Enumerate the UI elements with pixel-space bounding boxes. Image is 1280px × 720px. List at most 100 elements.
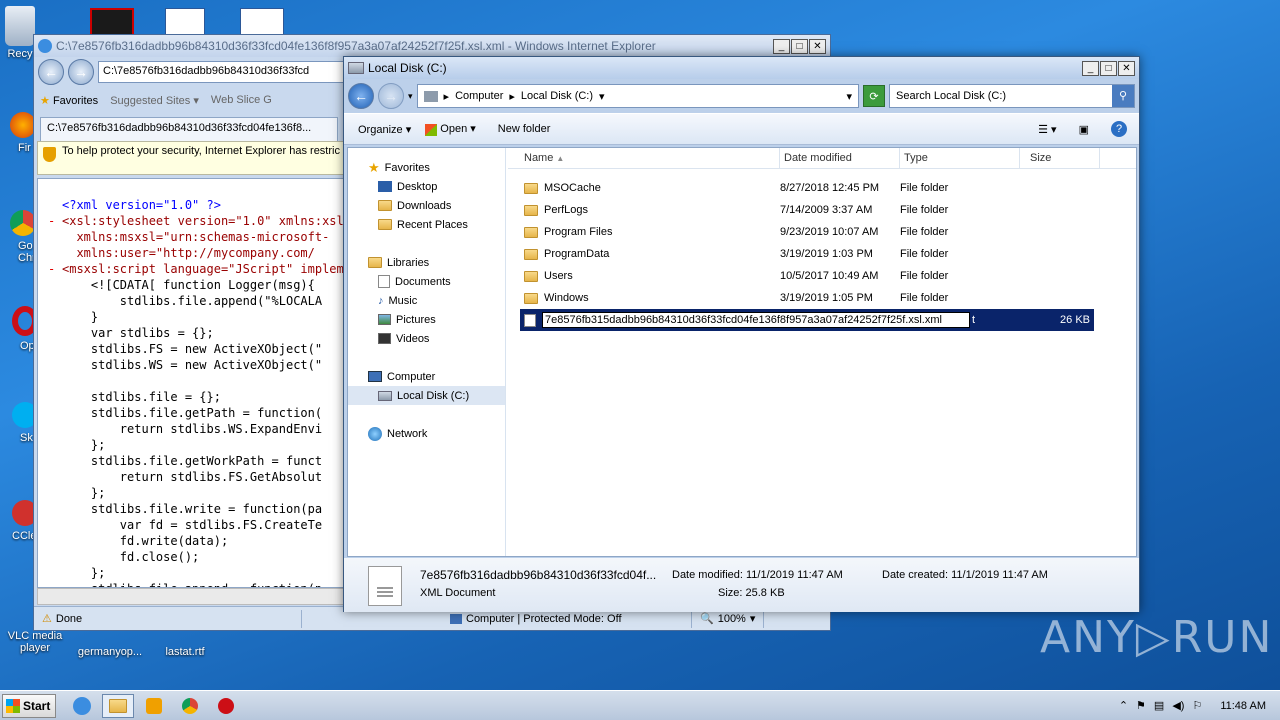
breadcrumb-computer[interactable]: Computer [455, 90, 503, 102]
desktop-icon-lastat[interactable]: lastat.rtf [150, 646, 220, 658]
desktop-icon-germanyop[interactable]: germanyop... [75, 646, 145, 658]
rename-input[interactable]: 7e8576fb315dadbb96b84310d36f33fcd04fe136… [542, 312, 970, 328]
back-button[interactable]: ← [38, 59, 64, 85]
xml-line: stdlibs.file.append("%LOCALA [48, 293, 344, 309]
star-icon: ★ [40, 94, 50, 107]
nav-label: Documents [395, 275, 451, 288]
nav-computer[interactable]: Computer [348, 367, 505, 386]
table-row[interactable]: Users 10/5/2017 10:49 AM File folder [508, 265, 1136, 287]
ie-content-area[interactable]: <?xml version="1.0" ?> - <xsl:stylesheet v… [37, 178, 345, 588]
nav-label: Music [388, 294, 418, 307]
search-icon[interactable]: ⚲ [1112, 85, 1134, 107]
maximize-button[interactable]: □ [791, 38, 808, 54]
explorer-window-title: Local Disk (C:) [368, 61, 447, 75]
clock[interactable]: 11:48 AM [1220, 700, 1266, 712]
xml-line-text: }; [62, 566, 106, 580]
nav-favorites[interactable]: ★ Favorites [348, 158, 505, 177]
row-type: File folder [900, 182, 949, 194]
nav-desktop[interactable]: Desktop [348, 177, 505, 196]
breadcrumb-chevron-icon: ▸ [509, 90, 515, 103]
table-row[interactable]: ProgramData 3/19/2019 1:03 PM File folder [508, 243, 1136, 265]
nav-local-disk[interactable]: Local Disk (C:) [348, 386, 505, 405]
acrobat-icon [90, 8, 134, 36]
table-row[interactable]: Program Files 9/23/2019 10:07 AM File fold… [508, 221, 1136, 243]
taskbar-ie-button[interactable] [66, 694, 98, 718]
close-button[interactable]: ✕ [809, 38, 826, 54]
nav-music[interactable]: ♪ Music [348, 291, 505, 310]
table-row-selected[interactable]: 7e8576fb315dadbb96b84310d36f33fcd04fe136… [520, 309, 1094, 331]
row-name: Windows [544, 292, 589, 304]
xml-line: var fd = stdlibs.FS.CreateTe [48, 517, 344, 533]
column-header-name[interactable]: Name ▲ [508, 148, 780, 168]
forward-button[interactable]: → [68, 59, 94, 85]
favorites-button[interactable]: ★ Favorites [40, 94, 98, 107]
back-button[interactable]: ← [348, 83, 374, 109]
taskbar-opera-button[interactable] [210, 694, 242, 718]
xml-line-text: fd.write(data); [62, 534, 229, 548]
ie-title-bar[interactable]: C:\7e8576fb316dadbb96b84310d36f33fcd04fe… [34, 35, 830, 57]
suggested-sites-link[interactable]: Suggested Sites ▾ [110, 94, 199, 107]
horizontal-scrollbar[interactable] [37, 588, 345, 605]
desktop-icon-label: VLC media player [7, 630, 63, 654]
action-center-icon[interactable]: ⚑ [1136, 699, 1146, 712]
recent-pages-chevron-icon[interactable]: ▾ [408, 91, 413, 102]
column-header-type[interactable]: Type [900, 148, 1020, 168]
network-tray-icon[interactable]: ▤ [1154, 699, 1164, 712]
table-row[interactable]: Windows 3/19/2019 1:05 PM File folder [508, 287, 1136, 309]
explorer-address-bar[interactable]: ▸ Computer ▸ Local Disk (C:) ▾ ▾ [416, 84, 859, 108]
taskbar-chrome-button[interactable] [174, 694, 206, 718]
help-icon[interactable]: ? [1111, 121, 1127, 137]
xml-line-text: var fd = stdlibs.FS.CreateTe [62, 518, 323, 532]
nav-downloads[interactable]: Downloads [348, 196, 505, 215]
nav-libraries[interactable]: Libraries [348, 253, 505, 272]
minimize-button[interactable]: _ [1082, 60, 1099, 76]
column-header-size[interactable]: Size [1020, 148, 1100, 168]
details-pane: 7e8576fb316dadbb96b84310d36f33fcd04f... … [344, 558, 1139, 612]
nav-recent-places[interactable]: Recent Places [348, 215, 505, 234]
ie-tab[interactable]: C:\7e8576fb316dadbb96b84310d36f33fcd04fe… [40, 117, 338, 141]
start-button[interactable]: Start [2, 693, 56, 718]
nav-pictures[interactable]: Pictures [348, 310, 505, 329]
new-folder-button[interactable]: New folder [498, 123, 551, 135]
volume-icon[interactable]: ◀) [1172, 699, 1184, 712]
xml-line: xmlns:msxsl="urn:schemas-microsoft- [48, 229, 344, 245]
xml-collapse-toggle[interactable]: - [48, 261, 62, 277]
maximize-button[interactable]: □ [1100, 60, 1117, 76]
views-icon[interactable]: ☰ ▾ [1038, 123, 1056, 136]
table-row[interactable]: PerfLogs 7/14/2009 3:37 AM File folder [508, 199, 1136, 221]
close-button[interactable]: ✕ [1118, 60, 1135, 76]
desktop-icon-vlc[interactable]: VLC media player [0, 630, 70, 654]
taskbar-explorer-button[interactable] [102, 693, 134, 718]
zoom-control[interactable]: 🔍 100% ▾ [692, 609, 765, 628]
recent-places-icon [378, 219, 392, 230]
taskbar-media-player-button[interactable] [138, 694, 170, 718]
ie-address-bar[interactable]: C:\7e8576fb316dadbb96b84310d36f33fcd [98, 61, 348, 83]
tray-expand-icon[interactable]: ⌃ [1119, 699, 1128, 712]
organize-button[interactable]: Organize ▾ [358, 123, 411, 136]
column-header-date-modified[interactable]: Date modified [780, 148, 900, 168]
row-name: Program Files [544, 226, 613, 238]
refresh-button[interactable]: ⟳ [863, 85, 885, 107]
xml-collapse-toggle[interactable]: - [48, 213, 62, 229]
breadcrumb-local-disk[interactable]: Local Disk (C:) [521, 90, 593, 102]
open-button[interactable]: Open ▾ [425, 122, 476, 136]
drive-icon [348, 62, 364, 74]
nav-videos[interactable]: Videos [348, 329, 505, 348]
breadcrumb-chevron-down-icon[interactable]: ▾ [599, 90, 605, 103]
status-zone: Computer | Protected Mode: Off [442, 609, 692, 628]
nav-label: Desktop [397, 180, 438, 193]
preview-pane-icon[interactable]: ▣ [1079, 123, 1089, 136]
web-slice-link[interactable]: Web Slice G [211, 94, 272, 106]
xml-line-text: stdlibs.file.write = function(pa [62, 502, 323, 516]
search-placeholder: Search Local Disk (C:) [896, 90, 1007, 102]
table-row[interactable]: MSOCache 8/27/2018 12:45 PM File folder [508, 177, 1136, 199]
nav-network[interactable]: Network [348, 424, 505, 443]
minimize-button[interactable]: _ [773, 38, 790, 54]
forward-button[interactable]: → [378, 83, 404, 109]
nav-documents[interactable]: Documents [348, 272, 505, 291]
address-dropdown-icon[interactable]: ▾ [846, 90, 852, 103]
flag-icon[interactable]: ⚐ [1192, 699, 1202, 712]
xml-line-text: } [62, 310, 99, 324]
explorer-search-box[interactable]: Search Local Disk (C:) ⚲ [889, 84, 1135, 108]
explorer-title-bar[interactable]: Local Disk (C:) _ □ ✕ [344, 57, 1139, 79]
